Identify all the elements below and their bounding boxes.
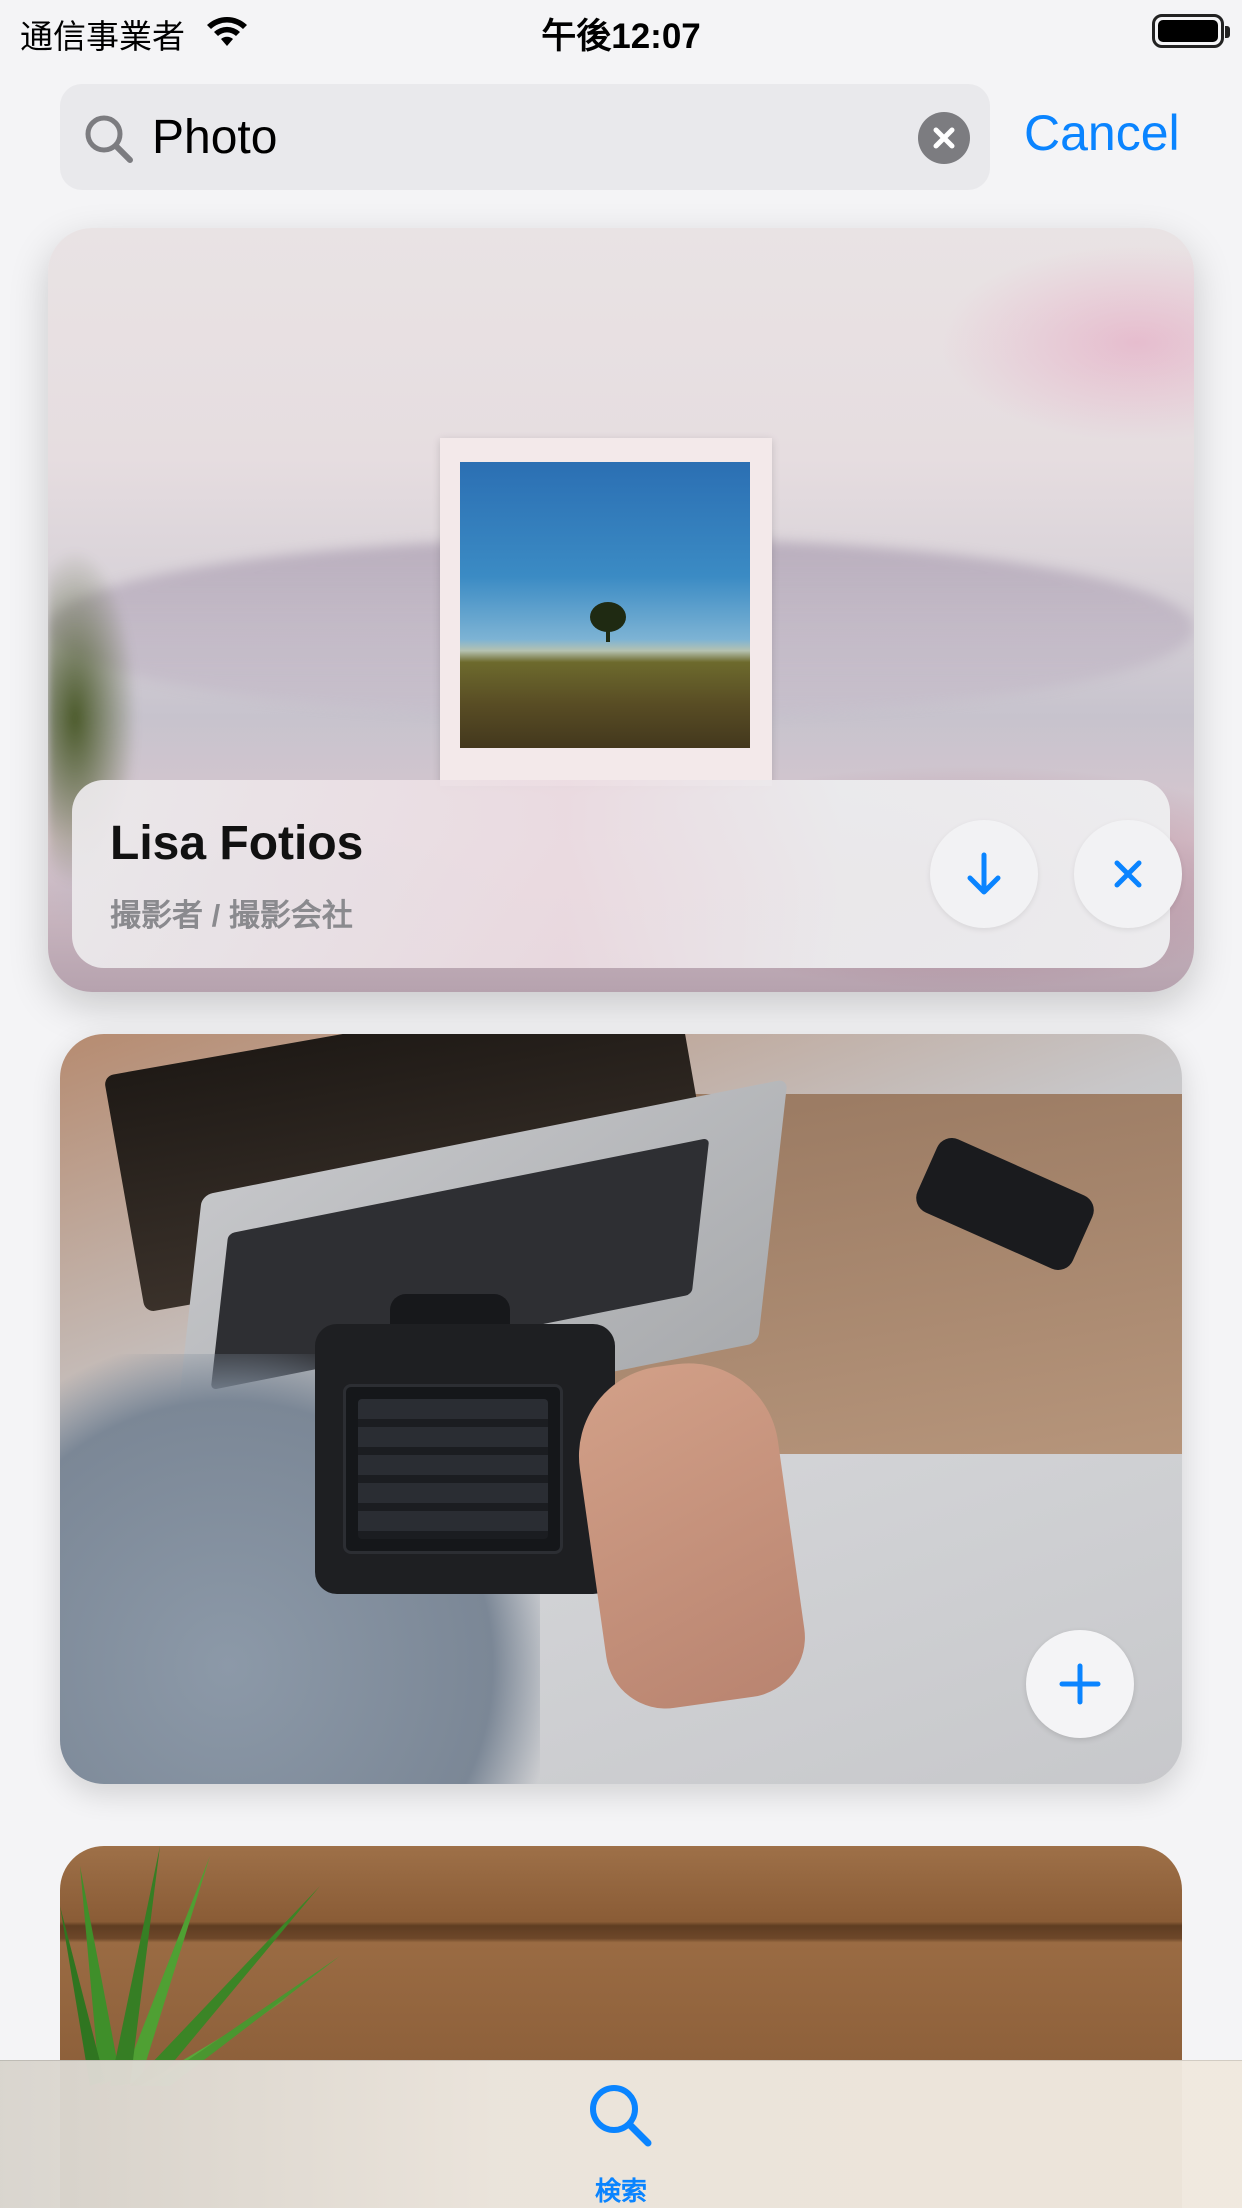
polaroid-photo bbox=[440, 438, 772, 786]
status-bar: 通信事業者 午後12:07 bbox=[0, 0, 1242, 64]
plus-icon bbox=[1059, 1663, 1101, 1705]
polaroid-image bbox=[460, 462, 750, 748]
cancel-button[interactable]: Cancel bbox=[1024, 104, 1180, 162]
photo-card[interactable] bbox=[60, 1034, 1182, 1784]
search-input[interactable] bbox=[152, 100, 932, 174]
photo-card[interactable]: Lisa Fotios 撮影者 / 撮影会社 bbox=[48, 228, 1194, 992]
photo-info-panel: Lisa Fotios 撮影者 / 撮影会社 bbox=[72, 780, 1182, 968]
close-icon bbox=[1114, 860, 1142, 888]
search-icon bbox=[82, 112, 136, 171]
tab-bar: 検索 bbox=[0, 2060, 1242, 2208]
camera-display bbox=[343, 1384, 563, 1554]
dismiss-button[interactable] bbox=[1074, 820, 1182, 928]
search-icon bbox=[584, 2079, 658, 2158]
search-field[interactable] bbox=[60, 84, 990, 190]
photo-search-screen: 通信事業者 午後12:07 Cancel bbox=[0, 0, 1242, 2208]
clear-search-button[interactable] bbox=[918, 112, 970, 164]
photographer-role: 撮影者 / 撮影会社 bbox=[110, 898, 353, 933]
photographer-name[interactable]: Lisa Fotios bbox=[110, 816, 363, 871]
clock-label: 午後12:07 bbox=[541, 17, 701, 56]
download-button[interactable] bbox=[930, 820, 1038, 928]
tab-label: 検索 bbox=[594, 2176, 647, 2206]
tab-search[interactable]: 検索 bbox=[571, 2079, 671, 2206]
plant-image bbox=[60, 1846, 340, 2086]
add-button[interactable] bbox=[1026, 1630, 1134, 1738]
battery-icon bbox=[1152, 14, 1230, 48]
tree-trunk bbox=[606, 626, 610, 642]
clear-icon bbox=[933, 127, 955, 149]
download-icon bbox=[967, 852, 1001, 895]
